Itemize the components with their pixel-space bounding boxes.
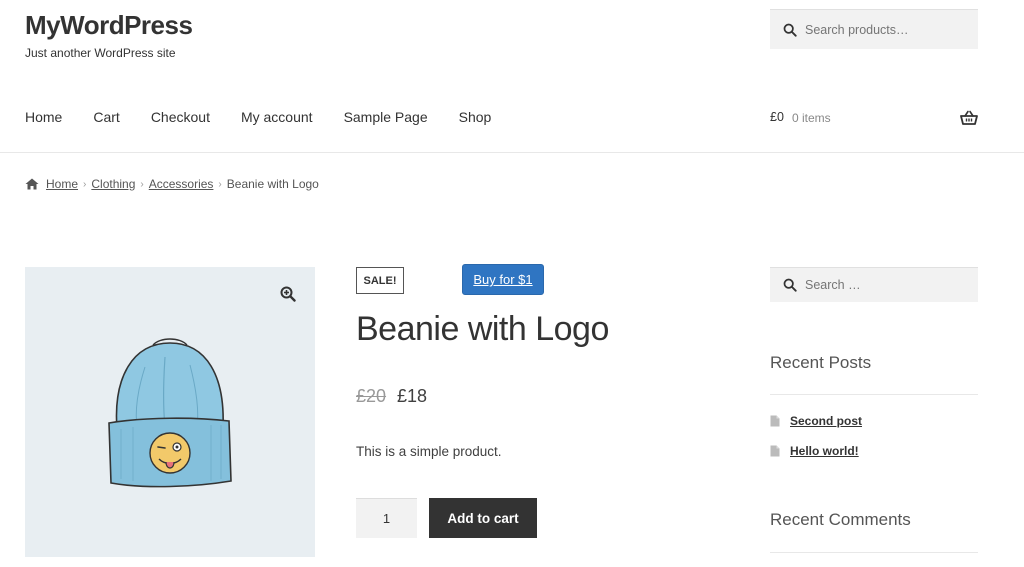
breadcrumb-separator: › [83, 178, 87, 190]
document-icon [770, 445, 780, 457]
cart-item-count[interactable]: 0 items [792, 111, 831, 125]
widget-divider [770, 552, 978, 553]
breadcrumb-home[interactable]: Home [46, 177, 78, 191]
search-icon [783, 278, 797, 292]
product-image[interactable] [25, 267, 315, 557]
cart-total[interactable]: £0 [770, 110, 784, 124]
primary-navigation: Home Cart Checkout My account Sample Pag… [25, 109, 522, 125]
sidebar-search-box[interactable] [770, 267, 978, 302]
widget-divider [770, 394, 978, 395]
product-search-box[interactable] [770, 9, 978, 49]
breadcrumb-clothing[interactable]: Clothing [91, 177, 135, 191]
zoom-button[interactable] [271, 278, 305, 310]
product-title: Beanie with Logo [356, 310, 609, 348]
site-title[interactable]: MyWordPress [25, 10, 193, 41]
basket-icon[interactable] [960, 110, 978, 126]
add-to-cart-button[interactable]: Add to cart [429, 498, 537, 538]
nav-cart[interactable]: Cart [93, 109, 119, 125]
nav-shop[interactable]: Shop [459, 109, 492, 125]
product-short-description: This is a simple product. [356, 444, 502, 459]
recent-post-link[interactable]: Hello world! [790, 444, 859, 458]
breadcrumb-separator: › [218, 178, 222, 190]
breadcrumb-accessories[interactable]: Accessories [149, 177, 214, 191]
recent-posts-title: Recent Posts [770, 353, 872, 372]
beanie-illustration [108, 338, 232, 488]
regular-price: £20 [356, 386, 387, 406]
breadcrumb-separator: › [140, 178, 144, 190]
site-tagline: Just another WordPress site [25, 46, 176, 60]
sidebar-search-input[interactable] [805, 278, 965, 292]
header-divider [0, 152, 1024, 153]
nav-home[interactable]: Home [25, 109, 62, 125]
document-icon [770, 415, 780, 427]
nav-sample-page[interactable]: Sample Page [344, 109, 428, 125]
sale-price: £18 [397, 386, 428, 406]
breadcrumb-current: Beanie with Logo [226, 177, 319, 191]
recent-comments-title: Recent Comments [770, 510, 911, 529]
buy-for-1-button[interactable]: Buy for $1 [462, 264, 544, 295]
search-icon [783, 23, 797, 37]
nav-checkout[interactable]: Checkout [151, 109, 210, 125]
sale-badge: SALE! [356, 267, 404, 294]
zoom-in-icon [280, 286, 296, 302]
breadcrumb: Home › Clothing › Accessories › Beanie w… [25, 177, 319, 191]
recent-post-item: Second post [770, 414, 862, 428]
product-search-input[interactable] [805, 22, 965, 37]
recent-post-link[interactable]: Second post [790, 414, 862, 428]
home-icon [25, 178, 39, 190]
recent-post-item: Hello world! [770, 444, 859, 458]
nav-my-account[interactable]: My account [241, 109, 313, 125]
quantity-input[interactable] [356, 498, 417, 538]
